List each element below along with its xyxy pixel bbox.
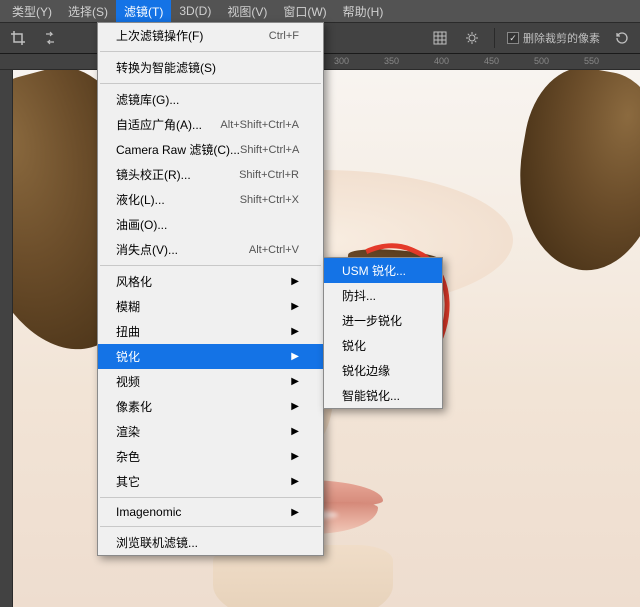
filter-menu-item[interactable]: 自适应广角(A)... Alt+Shift+Ctrl+A	[98, 112, 323, 137]
filter-menu-dropdown: 上次滤镜操作(F) Ctrl+F 转换为智能滤镜(S) 滤镜库(G)... 自适应广角(…	[97, 22, 324, 556]
sharpen-submenu: USM 锐化... 防抖... 进一步锐化锐化锐化边缘智能锐化...	[323, 257, 443, 409]
filter-menu-item[interactable]: Imagenomic ▶	[98, 501, 323, 523]
filter-menu-item[interactable]: 消失点(V)... Alt+Ctrl+V	[98, 237, 323, 262]
filter-menu-item[interactable]: 渲染 ▶	[98, 419, 323, 444]
filter-menu-item[interactable]: 上次滤镜操作(F) Ctrl+F	[98, 23, 323, 48]
menu-item-label: 自适应广角(A)...	[116, 116, 202, 133]
submenu-arrow-icon: ▶	[291, 426, 299, 437]
swap-icon[interactable]	[40, 28, 60, 48]
menu-item-label: 杂色	[116, 448, 140, 465]
filter-menu-item[interactable]: 锐化 ▶	[98, 344, 323, 369]
menu-item-label: 锐化	[342, 337, 366, 354]
menu-item-shortcut: Shift+Ctrl+A	[240, 144, 299, 156]
menubar: 类型(Y) 选择(S) 滤镜(T) 3D(D) 视图(V) 窗口(W) 帮助(H…	[0, 0, 640, 22]
menu-item-label: 风格化	[116, 273, 152, 290]
menu-item-label: 消失点(V)...	[116, 241, 178, 258]
submenu-arrow-icon: ▶	[291, 401, 299, 412]
submenu-arrow-icon: ▶	[291, 507, 299, 518]
delete-cropped-checkbox[interactable]: ✓ 删除裁剪的像素	[507, 30, 600, 46]
sharpen-menu-item[interactable]: USM 锐化...	[324, 258, 442, 283]
menu-separator	[100, 265, 321, 266]
menu-item-shortcut: Shift+Ctrl+R	[239, 169, 299, 181]
crop-tool-icon[interactable]	[8, 28, 28, 48]
ruler-tick: 350	[384, 56, 399, 66]
menu-3d[interactable]: 3D(D)	[171, 1, 219, 21]
submenu-arrow-icon: ▶	[291, 351, 299, 362]
ruler-tick: 300	[334, 56, 349, 66]
ruler-tick: 400	[434, 56, 449, 66]
filter-menu-item[interactable]: 滤镜库(G)...	[98, 87, 323, 112]
filter-menu-item[interactable]: 镜头校正(R)... Shift+Ctrl+R	[98, 162, 323, 187]
submenu-arrow-icon: ▶	[291, 476, 299, 487]
filter-menu-item[interactable]: 扭曲 ▶	[98, 319, 323, 344]
submenu-arrow-icon: ▶	[291, 326, 299, 337]
filter-menu-item[interactable]: 像素化 ▶	[98, 394, 323, 419]
filter-menu-item[interactable]: 其它 ▶	[98, 469, 323, 494]
reset-icon[interactable]	[612, 28, 632, 48]
menu-separator	[100, 497, 321, 498]
menu-separator	[100, 83, 321, 84]
menu-item-label: Camera Raw 滤镜(C)...	[116, 141, 240, 158]
menu-item-label: Imagenomic	[116, 505, 181, 519]
checkbox-icon: ✓	[507, 32, 519, 44]
ruler-tick: 450	[484, 56, 499, 66]
menu-item-label: 视频	[116, 373, 140, 390]
menu-item-shortcut: Alt+Shift+Ctrl+A	[220, 119, 299, 131]
menu-type[interactable]: 类型(Y)	[4, 0, 60, 23]
menu-item-label: 模糊	[116, 298, 140, 315]
menu-item-label: 浏览联机滤镜...	[116, 534, 198, 551]
ruler-tick: 550	[584, 56, 599, 66]
sharpen-menu-item[interactable]: 锐化	[324, 333, 442, 358]
menu-item-label: 上次滤镜操作(F)	[116, 27, 203, 44]
menu-item-shortcut: Ctrl+F	[269, 30, 299, 42]
menu-select[interactable]: 选择(S)	[60, 0, 116, 23]
menu-item-label: 锐化边缘	[342, 362, 390, 379]
ruler-tick: 500	[534, 56, 549, 66]
submenu-arrow-icon: ▶	[291, 301, 299, 312]
delete-cropped-label: 删除裁剪的像素	[523, 30, 600, 46]
menu-item-label: USM 锐化...	[342, 262, 406, 279]
submenu-arrow-icon: ▶	[291, 276, 299, 287]
menu-separator	[100, 526, 321, 527]
menu-item-shortcut: Alt+Ctrl+V	[249, 244, 299, 256]
menu-item-label: 镜头校正(R)...	[116, 166, 191, 183]
menu-item-label: 智能锐化...	[342, 387, 400, 404]
menu-item-label: 滤镜库(G)...	[116, 91, 179, 108]
menu-item-label: 液化(L)...	[116, 191, 165, 208]
menu-item-label: 其它	[116, 473, 140, 490]
filter-menu-item[interactable]: 浏览联机滤镜...	[98, 530, 323, 555]
grid-icon[interactable]	[430, 28, 450, 48]
menu-item-label: 锐化	[116, 348, 140, 365]
sharpen-menu-item[interactable]: 锐化边缘	[324, 358, 442, 383]
filter-menu-item[interactable]: 视频 ▶	[98, 369, 323, 394]
filter-menu-item[interactable]: 转换为智能滤镜(S)	[98, 55, 323, 80]
sharpen-menu-item[interactable]: 进一步锐化	[324, 308, 442, 333]
submenu-arrow-icon: ▶	[291, 451, 299, 462]
menu-item-shortcut: Shift+Ctrl+X	[240, 194, 299, 206]
sharpen-menu-item[interactable]: 智能锐化...	[324, 383, 442, 408]
menu-view[interactable]: 视图(V)	[219, 0, 275, 23]
filter-menu-item[interactable]: 油画(O)...	[98, 212, 323, 237]
filter-menu-item[interactable]: 模糊 ▶	[98, 294, 323, 319]
menu-item-label: 防抖...	[342, 287, 376, 304]
sharpen-menu-item[interactable]: 防抖...	[324, 283, 442, 308]
gear-icon[interactable]	[462, 28, 482, 48]
menu-filter[interactable]: 滤镜(T)	[116, 0, 171, 23]
menu-item-label: 像素化	[116, 398, 152, 415]
menu-separator	[100, 51, 321, 52]
menu-window[interactable]: 窗口(W)	[275, 0, 334, 23]
menu-help[interactable]: 帮助(H)	[335, 0, 392, 23]
submenu-arrow-icon: ▶	[291, 376, 299, 387]
menu-item-label: 渲染	[116, 423, 140, 440]
menu-item-label: 扭曲	[116, 323, 140, 340]
toolbar-divider	[494, 28, 495, 48]
menu-item-label: 进一步锐化	[342, 312, 402, 329]
filter-menu-item[interactable]: 杂色 ▶	[98, 444, 323, 469]
menu-item-label: 转换为智能滤镜(S)	[116, 59, 216, 76]
ruler-vertical	[0, 70, 13, 607]
filter-menu-item[interactable]: 液化(L)... Shift+Ctrl+X	[98, 187, 323, 212]
menu-item-label: 油画(O)...	[116, 216, 167, 233]
filter-menu-item[interactable]: 风格化 ▶	[98, 269, 323, 294]
filter-menu-item[interactable]: Camera Raw 滤镜(C)...Shift+Ctrl+A	[98, 137, 323, 162]
